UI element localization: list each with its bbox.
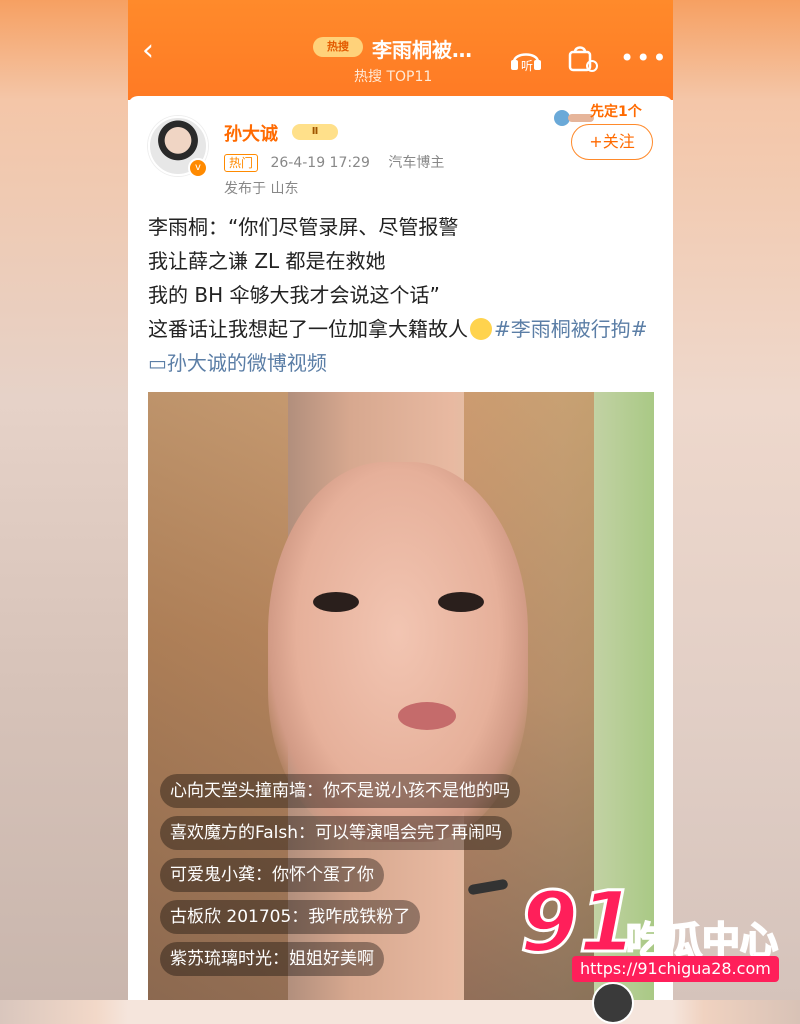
listen-label: 听 [521, 59, 533, 73]
live-comment: 心向天堂头撞南墙：你不是说小孩不是他的吗 [160, 774, 520, 808]
live-comment: 紫苏琉璃时光：姐姐好美啊 [160, 942, 384, 976]
author-name[interactable]: 孙大诚 [224, 120, 278, 146]
right-blur-background [672, 0, 800, 1000]
post-location: 发布于 山东 [224, 181, 299, 197]
author-tag: 汽车博主 [388, 155, 445, 171]
glasses-emoji-icon [470, 318, 492, 340]
video-camera-icon: ▭ [148, 351, 167, 375]
post-card: v 孙大诚 Ⅱ 热门 26-4-19 17:29 汽车博主 发布于 山东 先定1… [128, 96, 673, 1000]
hot-chip: 热门 [224, 154, 259, 172]
live-comments: 心向天堂头撞南墙：你不是说小孩不是他的吗 喜欢魔方的Falsh：可以等演唱会完了… [160, 774, 520, 984]
post-body: 李雨桐：“你们尽管录屏、尽管报警 我让薛之谦 ZL 都是在救她 我的 BH 伞够… [148, 210, 653, 380]
page-title: 李雨桐被… [372, 38, 472, 62]
headphones-icon[interactable]: 听 [508, 44, 544, 74]
post-line-4: 这番话让我想起了一位加拿大籍故人 #李雨桐被行拘# ▭孙大诚的微博视频 [148, 312, 653, 380]
post-line-4-text: 这番话让我想起了一位加拿大籍故人 [148, 317, 468, 341]
live-comment: 喜欢魔方的Falsh：可以等演唱会完了再闹吗 [160, 816, 512, 850]
verified-badge-icon: v [188, 158, 208, 178]
live-comment: 可爱鬼小龚：你怀个蛋了你 [160, 858, 384, 892]
hashtag-link[interactable]: #李雨桐被行拘# [494, 317, 648, 341]
video-link[interactable]: ▭孙大诚的微博视频 [148, 351, 327, 375]
live-comment: 古板欣 201705：我咋成铁粉了 [160, 900, 421, 934]
video-link-label: 孙大诚的微博视频 [166, 351, 327, 375]
hot-search-badge: 热搜 [313, 37, 363, 57]
watermark: 91 吃瓜中心 https://91chigua28.com [519, 873, 800, 990]
video-mouth [398, 702, 456, 730]
more-icon[interactable]: ••• [620, 46, 668, 70]
page-subtitle: 热搜 TOP11 [354, 69, 433, 85]
post-datetime: 26-4-19 17:29 [270, 155, 370, 171]
watermark-url: https://91chigua28.com [572, 956, 779, 982]
post-meta: 热门 26-4-19 17:29 汽车博主 [224, 152, 444, 172]
watermark-number: 91 [519, 873, 639, 971]
post-line-1: 李雨桐：“你们尽管录屏、尽管报警 [148, 215, 459, 239]
post-line-2: 我让薛之谦 ZL 都是在救她 [148, 249, 386, 273]
video-eye-left [313, 592, 359, 612]
left-blur-background [0, 0, 128, 1000]
phone-screen: ‹ 热搜 李雨桐被… 热搜 TOP11 听 ••• v 孙大诚 Ⅱ 热门 26-… [128, 0, 673, 1000]
corner-avatar [592, 982, 634, 1024]
vip-badge: Ⅱ [292, 124, 338, 140]
follow-button[interactable]: +关注 [571, 124, 653, 160]
post-line-3: 我的 BH 伞够大我才会说这个话” [148, 283, 440, 307]
chevron-left-icon[interactable]: ‹ [142, 36, 164, 66]
bag-icon[interactable] [564, 44, 600, 74]
video-eye-right [438, 592, 484, 612]
sticker-text: 先定1个 [590, 103, 642, 120]
top-bar: ‹ 热搜 李雨桐被… 热搜 TOP11 听 ••• [128, 0, 673, 100]
